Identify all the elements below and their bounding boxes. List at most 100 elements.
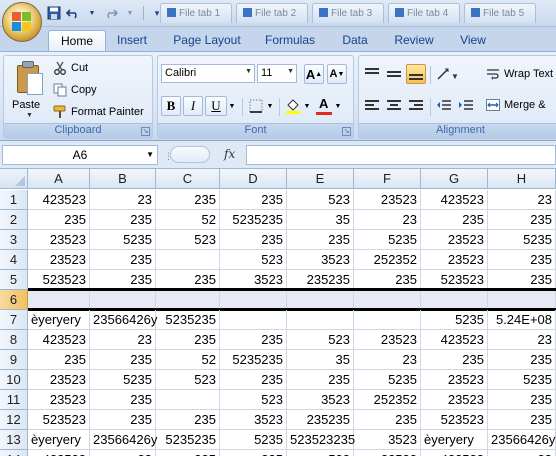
cell[interactable] xyxy=(156,390,220,410)
tab-data[interactable]: Data xyxy=(336,30,374,51)
cell[interactable]: 235 xyxy=(421,210,488,230)
cell[interactable]: 235 xyxy=(354,410,421,430)
borders-button[interactable] xyxy=(246,96,266,116)
row-header[interactable]: 3 xyxy=(0,230,28,250)
cell[interactable]: 23 xyxy=(488,330,556,350)
cell[interactable]: 235 xyxy=(28,210,90,230)
cell[interactable]: 23523 xyxy=(421,370,488,390)
cell[interactable]: 235 xyxy=(488,270,556,290)
cell[interactable]: 235 xyxy=(156,270,220,290)
cell[interactable]: 5.24E+08 xyxy=(488,310,556,330)
cell[interactable]: 3523 xyxy=(287,390,354,410)
font-color-dropdown-icon[interactable]: ▼ xyxy=(333,96,343,116)
clipboard-launcher-icon[interactable]: ↘ xyxy=(141,127,150,136)
font-launcher-icon[interactable]: ↘ xyxy=(342,127,351,136)
middle-align-button[interactable] xyxy=(384,64,404,84)
window-tab[interactable]: File tab 2 xyxy=(236,3,308,23)
insert-function-button[interactable]: fx xyxy=(224,147,235,161)
column-header[interactable]: D xyxy=(220,169,287,189)
cell[interactable]: 523523 xyxy=(28,270,90,290)
row-header[interactable]: 7 xyxy=(0,310,28,330)
tab-view[interactable]: View xyxy=(454,30,492,51)
align-right-button[interactable] xyxy=(406,96,426,116)
cut-button[interactable]: Cut xyxy=(52,59,88,77)
name-box[interactable]: A6 ▼ xyxy=(2,145,158,165)
row-header[interactable]: 6 xyxy=(0,290,28,310)
cell[interactable]: èyeryery xyxy=(28,310,90,330)
cell[interactable]: 5235 xyxy=(421,310,488,330)
cell[interactable] xyxy=(287,310,354,330)
cell[interactable]: 235 xyxy=(28,350,90,370)
cell[interactable]: 5235235 xyxy=(220,210,287,230)
fill-color-dropdown-icon[interactable]: ▼ xyxy=(302,96,312,116)
cell[interactable]: 235 xyxy=(90,270,156,290)
row-header[interactable]: 11 xyxy=(0,390,28,410)
cell[interactable]: 23 xyxy=(90,450,156,456)
select-all-button[interactable] xyxy=(0,169,28,189)
cell[interactable]: 23 xyxy=(354,210,421,230)
cell[interactable]: 3523 xyxy=(220,410,287,430)
cell[interactable]: 23566426y xyxy=(90,430,157,450)
cell[interactable]: 23 xyxy=(488,190,556,210)
undo-dropdown-icon[interactable]: ▼ xyxy=(84,4,100,22)
cell[interactable]: 35 xyxy=(287,350,354,370)
cell[interactable] xyxy=(156,250,220,270)
row-header[interactable]: 2 xyxy=(0,210,28,230)
align-left-button[interactable] xyxy=(362,96,382,116)
cell[interactable]: 5235 xyxy=(488,230,556,250)
copy-button[interactable]: Copy xyxy=(52,81,97,99)
cell[interactable]: 235 xyxy=(156,410,220,430)
row-header[interactable]: 13 xyxy=(0,430,28,450)
cell[interactable]: 23566426y xyxy=(90,310,157,330)
cell[interactable]: 523 xyxy=(220,390,287,410)
cell[interactable]: 23523 xyxy=(421,250,488,270)
cell[interactable]: 23523 xyxy=(28,230,90,250)
cell[interactable]: 423523 xyxy=(421,330,488,350)
window-tab[interactable]: File tab 5 xyxy=(464,3,536,23)
font-color-button[interactable]: A xyxy=(314,96,334,116)
align-center-button[interactable] xyxy=(384,96,404,116)
cell[interactable]: 23523 xyxy=(354,450,421,456)
cell[interactable]: 235235 xyxy=(287,410,354,430)
tab-formulas[interactable]: Formulas xyxy=(258,30,322,51)
cell[interactable]: 523 xyxy=(287,330,354,350)
italic-button[interactable]: I xyxy=(183,96,203,116)
cell[interactable]: 5235 xyxy=(354,370,421,390)
cell[interactable]: 235 xyxy=(421,350,488,370)
cell[interactable]: 523 xyxy=(287,450,354,456)
cell[interactable]: 235 xyxy=(90,210,156,230)
tab-page-layout[interactable]: Page Layout xyxy=(168,30,246,51)
window-tab[interactable]: File tab 1 xyxy=(160,3,232,23)
cell[interactable]: 235 xyxy=(488,210,556,230)
cell[interactable]: 423523 xyxy=(28,190,90,210)
cell[interactable]: 523 xyxy=(287,190,354,210)
cell[interactable]: 5235 xyxy=(90,370,156,390)
orientation-button[interactable]: ▼ xyxy=(434,64,460,84)
cell[interactable]: 52 xyxy=(156,210,220,230)
cell[interactable]: 235 xyxy=(90,410,156,430)
cell[interactable]: 3523 xyxy=(220,270,287,290)
cell[interactable]: 235 xyxy=(220,230,287,250)
window-tab[interactable]: File tab 4 xyxy=(388,3,460,23)
row-header[interactable]: 4 xyxy=(0,250,28,270)
row-header[interactable]: 5 xyxy=(0,270,28,290)
cell[interactable]: 23 xyxy=(354,350,421,370)
cell[interactable]: èyeryery xyxy=(28,430,90,450)
column-header[interactable]: A xyxy=(28,169,90,189)
row-header[interactable]: 9 xyxy=(0,350,28,370)
cell[interactable]: 235 xyxy=(156,330,220,350)
cell[interactable]: 235 xyxy=(220,450,287,456)
top-align-button[interactable] xyxy=(362,64,382,84)
cell[interactable]: 23523 xyxy=(28,250,90,270)
redo-dropdown-icon[interactable]: ▼ xyxy=(122,4,138,22)
row-header[interactable]: 8 xyxy=(0,330,28,350)
format-painter-button[interactable]: Format Painter xyxy=(52,103,144,121)
tab-insert[interactable]: Insert xyxy=(110,30,154,51)
cell[interactable]: 23523 xyxy=(28,370,90,390)
cell[interactable]: 23523 xyxy=(28,390,90,410)
cell[interactable]: 235 xyxy=(287,230,354,250)
cell[interactable] xyxy=(354,310,421,330)
cell[interactable]: 23 xyxy=(90,330,156,350)
cell[interactable]: 523 xyxy=(156,230,220,250)
column-header[interactable]: F xyxy=(354,169,421,189)
